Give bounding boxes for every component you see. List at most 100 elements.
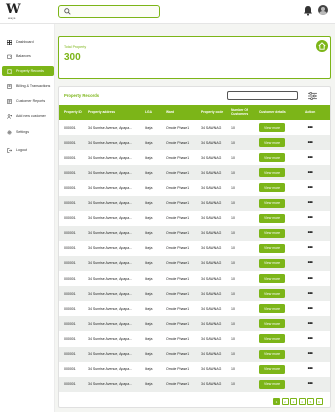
column-header[interactable]: Property ID bbox=[64, 105, 88, 120]
more-actions-icon[interactable]: ••• bbox=[305, 153, 315, 162]
more-actions-icon[interactable]: ••• bbox=[305, 183, 315, 192]
more-actions-icon[interactable]: ••• bbox=[305, 334, 315, 343]
view-more-button[interactable]: View more bbox=[259, 153, 285, 163]
customer-count-cell: 10 bbox=[231, 276, 235, 281]
more-actions-icon[interactable]: ••• bbox=[305, 350, 315, 359]
more-actions-icon[interactable]: ••• bbox=[305, 138, 315, 147]
more-actions-icon[interactable]: ••• bbox=[305, 199, 315, 208]
property-id-cell: 000001 bbox=[64, 140, 76, 145]
property-address-cell: 34 Sunrise Avenue, Apapa... bbox=[88, 352, 133, 357]
table-row: 000001 34 Sunrise Avenue, Apapa... Ikeja Om… bbox=[59, 271, 330, 286]
search-input[interactable] bbox=[73, 7, 157, 16]
more-actions-icon[interactable]: ••• bbox=[305, 365, 315, 374]
table-row: 000001 34 Sunrise Avenue, Apapa... Ikeja Om… bbox=[59, 165, 330, 181]
customer-count-cell: 10 bbox=[231, 155, 235, 160]
view-more-button[interactable]: View more bbox=[259, 258, 285, 268]
page-button[interactable]: 4 bbox=[298, 398, 306, 405]
bell-icon[interactable] bbox=[303, 5, 313, 16]
customer-count-cell: 10 bbox=[231, 321, 235, 326]
property-id-cell: 000001 bbox=[64, 276, 76, 281]
ward-cell: Omole Phase1 bbox=[166, 276, 190, 281]
view-more-button[interactable]: View more bbox=[259, 379, 285, 389]
more-actions-icon[interactable]: ••• bbox=[305, 289, 315, 298]
more-actions-icon[interactable]: ••• bbox=[305, 304, 315, 313]
table-row: 000001 34 Sunrise Avenue, Apapa... Ikeja Om… bbox=[59, 255, 330, 271]
sidebar-item-logout[interactable]: Logout bbox=[2, 145, 54, 155]
property-address-cell: 34 Sunrise Avenue, Apapa... bbox=[88, 291, 133, 296]
property-code-cell: 34 SAWNAG bbox=[201, 336, 222, 341]
page-button[interactable]: 1 bbox=[273, 398, 280, 405]
view-more-button[interactable]: View more bbox=[259, 213, 285, 223]
view-more-button[interactable]: View more bbox=[259, 168, 285, 178]
more-actions-icon[interactable]: ••• bbox=[305, 214, 315, 223]
view-more-button[interactable]: View more bbox=[259, 364, 285, 374]
view-more-button[interactable]: View more bbox=[259, 289, 285, 299]
property-id-cell: 000001 bbox=[64, 261, 76, 266]
view-more-button[interactable]: View more bbox=[259, 198, 285, 208]
page-button[interactable]: 3 bbox=[290, 398, 297, 405]
logo-mark: W bbox=[6, 2, 21, 17]
more-actions-icon[interactable]: ••• bbox=[305, 274, 315, 283]
view-more-button[interactable]: View more bbox=[259, 138, 285, 148]
view-more-button[interactable]: View more bbox=[259, 183, 285, 193]
more-actions-icon[interactable]: ••• bbox=[305, 123, 315, 132]
table-row: 000001 34 Sunrise Avenue, Apapa... Ikeja Om… bbox=[59, 120, 330, 135]
property-code-cell: 34 SAWNAG bbox=[201, 231, 222, 236]
view-more-button[interactable]: View more bbox=[259, 319, 285, 329]
view-more-button[interactable]: View more bbox=[259, 349, 285, 359]
sidebar-item-add-new-customer[interactable]: Add new customer bbox=[2, 111, 54, 121]
lga-cell: Ikeja bbox=[145, 140, 153, 145]
column-header[interactable]: Customer details bbox=[259, 105, 295, 120]
table-row: 000001 34 Sunrise Avenue, Apapa... Ikeja Om… bbox=[59, 135, 330, 151]
sidebar-item-customer-reports[interactable]: Customer Reports bbox=[2, 96, 54, 106]
filter-icon[interactable] bbox=[308, 92, 317, 100]
wallet-icon bbox=[7, 54, 12, 59]
ward-cell: Omole Phase1 bbox=[166, 125, 190, 130]
more-actions-icon[interactable]: ••• bbox=[305, 168, 315, 177]
lga-cell: Ikeja bbox=[145, 306, 153, 311]
view-more-button[interactable]: View more bbox=[259, 304, 285, 314]
sidebar-item-property-records[interactable]: Property Records bbox=[2, 66, 54, 76]
column-header[interactable]: Number Of Customers bbox=[231, 105, 257, 120]
view-more-button[interactable]: View more bbox=[259, 228, 285, 238]
sidebar-item-settings[interactable]: Settings bbox=[2, 127, 54, 137]
sidebar-item-label: Balances bbox=[16, 54, 31, 58]
property-id-cell: 000001 bbox=[64, 201, 76, 206]
property-id-cell: 000001 bbox=[64, 382, 76, 387]
column-header[interactable]: Ward bbox=[166, 105, 200, 120]
column-header[interactable]: Property address bbox=[88, 105, 143, 120]
sidebar-item-balances[interactable]: Balances bbox=[2, 51, 54, 61]
summary-label: Total Property bbox=[64, 45, 87, 49]
sidebar-item-dashboard[interactable]: Dashboard bbox=[2, 37, 54, 47]
view-more-button[interactable]: View more bbox=[259, 334, 285, 344]
column-header[interactable]: LGA bbox=[145, 105, 165, 120]
sidebar-item-billing[interactable]: Billing & Transactions bbox=[2, 81, 54, 91]
page-button[interactable]: 2 bbox=[281, 398, 289, 405]
page-button[interactable]: 6 bbox=[315, 398, 323, 405]
brand-logo[interactable]: W ways bbox=[4, 2, 22, 22]
ward-cell: Omole Phase1 bbox=[166, 201, 190, 206]
search-box[interactable] bbox=[58, 5, 160, 18]
column-header[interactable]: Property code bbox=[201, 105, 229, 120]
more-actions-icon[interactable]: ••• bbox=[305, 380, 315, 389]
view-more-button[interactable]: View more bbox=[259, 243, 285, 253]
avatar[interactable] bbox=[318, 5, 328, 15]
more-actions-icon[interactable]: ••• bbox=[305, 259, 315, 268]
more-actions-icon[interactable]: ••• bbox=[305, 229, 315, 238]
property-id-cell: 000001 bbox=[64, 321, 76, 326]
table-row: 000001 34 Sunrise Avenue, Apapa... Ikeja Om… bbox=[59, 225, 330, 241]
more-actions-icon[interactable]: ••• bbox=[305, 244, 315, 253]
table-search-input[interactable] bbox=[227, 91, 298, 100]
column-header[interactable]: Action bbox=[305, 105, 325, 120]
view-more-button[interactable]: View more bbox=[259, 274, 285, 283]
page-button[interactable]: 5 bbox=[307, 398, 314, 405]
customer-count-cell: 10 bbox=[231, 216, 235, 221]
table-row: 000001 34 Sunrise Avenue, Apapa... Ikeja Om… bbox=[59, 286, 330, 302]
ward-cell: Omole Phase1 bbox=[166, 185, 190, 190]
logout-icon bbox=[7, 147, 12, 153]
view-more-button[interactable]: View more bbox=[259, 123, 285, 132]
home-button[interactable] bbox=[316, 40, 328, 52]
home-icon bbox=[318, 42, 326, 50]
more-actions-icon[interactable]: ••• bbox=[305, 319, 315, 328]
lga-cell: Ikeja bbox=[145, 321, 153, 326]
